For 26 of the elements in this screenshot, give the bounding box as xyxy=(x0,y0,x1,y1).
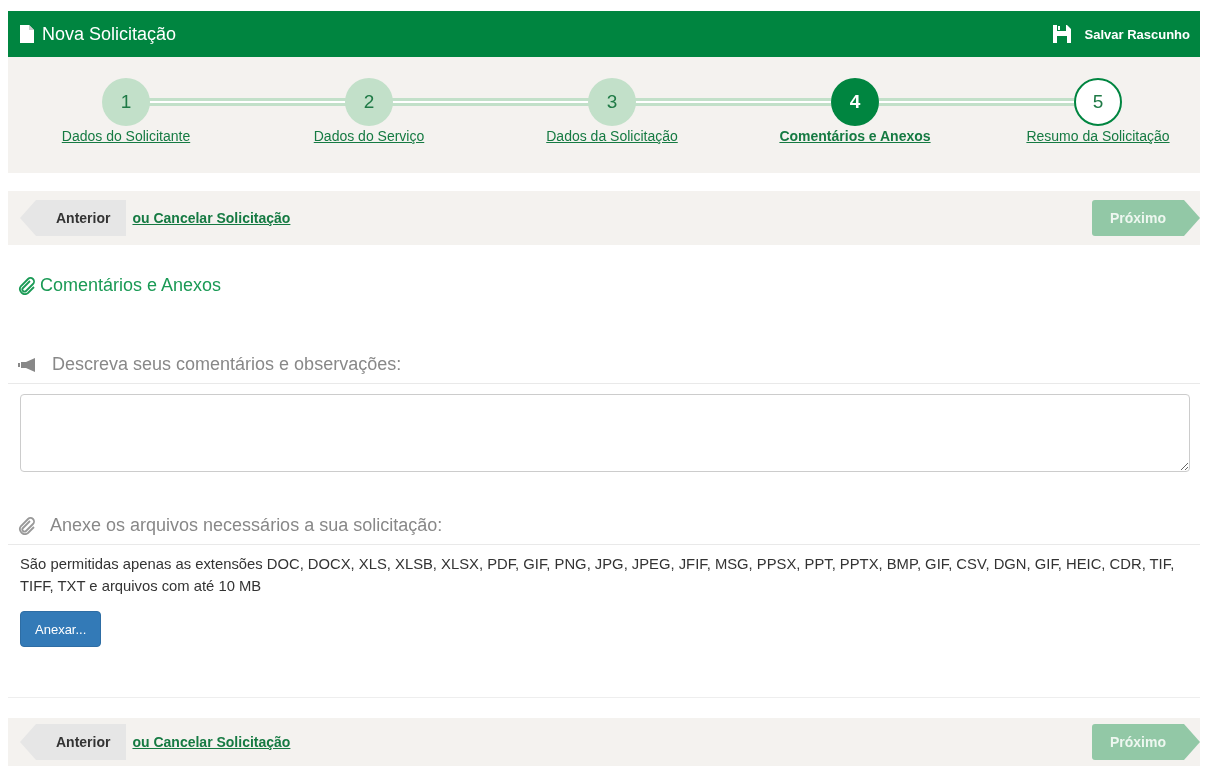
comments-field[interactable] xyxy=(20,394,1190,472)
cancel-link[interactable]: ou Cancelar Solicitação xyxy=(132,734,291,750)
previous-button[interactable]: Anterior xyxy=(20,200,127,236)
step-circle[interactable]: 4 xyxy=(831,78,879,126)
comments-label: Descreva seus comentários e observações: xyxy=(52,354,402,375)
megaphone-icon xyxy=(18,356,38,373)
step-link[interactable]: Resumo da Solicitação xyxy=(1026,128,1170,144)
step-link[interactable]: Comentários e Anexos xyxy=(779,128,931,144)
allowed-extensions-note: São permitidas apenas as extensões DOC, DOCX, XLS, XLSB, XLSX, PDF, GIF, PNG, JPG, JPEG, JFIF, MSG, PPSX, PPT, PPTX, BMP, GIF, CSV, DGN, GIF, HEIC, CDR, TIF, TIFF, TXT e arquivos com até 10 MB xyxy=(20,555,1176,596)
paperclip-icon xyxy=(18,276,36,295)
step-circle[interactable]: 1 xyxy=(102,78,150,126)
step-link[interactable]: Dados do Serviço xyxy=(313,128,425,144)
step-link[interactable]: Dados do Solicitante xyxy=(61,128,191,144)
previous-button[interactable]: Anterior xyxy=(20,724,127,760)
paperclip-icon xyxy=(18,516,36,535)
section-title: Comentários e Anexos xyxy=(40,275,222,296)
save-draft-button[interactable]: Salvar Rascunho xyxy=(1052,25,1190,43)
page-title: Nova Solicitação xyxy=(42,23,177,45)
attachments-label: Anexe os arquivos necessários a sua solicitação: xyxy=(50,515,443,536)
document-icon xyxy=(20,25,34,43)
step-link[interactable]: Dados da Solicitação xyxy=(546,128,678,144)
cancel-link[interactable]: ou Cancelar Solicitação xyxy=(132,210,291,226)
step-circle[interactable]: 5 xyxy=(1074,78,1122,126)
step-circle[interactable]: 3 xyxy=(588,78,636,126)
attach-button[interactable]: Anexar... xyxy=(20,611,102,647)
step-circle[interactable]: 2 xyxy=(345,78,393,126)
